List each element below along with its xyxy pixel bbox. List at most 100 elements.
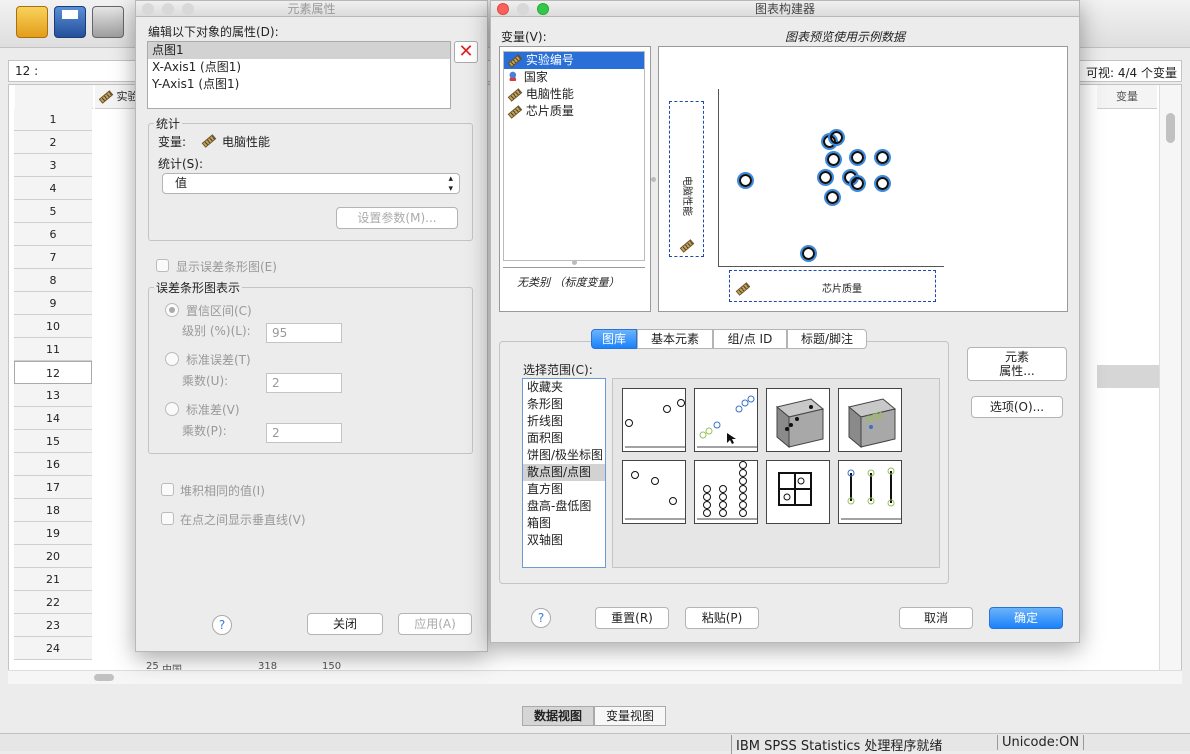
gallery-item[interactable]: 双轴图 [523,532,605,549]
open-folder-icon[interactable] [16,6,48,38]
row-header[interactable]: 24 [14,637,92,660]
set-parameters-button[interactable]: 设置参数(M)... [336,207,458,229]
cancel-button[interactable]: 取消 [899,607,973,629]
save-disk-icon[interactable] [54,6,86,38]
row-header[interactable]: 11 [14,338,92,361]
row-header[interactable]: 15 [14,430,92,453]
gallery-type-list[interactable]: 收藏夹 条形图 折线图 面积图 饼图/极坐标图 散点图/点图 直方图 盘高-盘低图 箱图 双轴图 [522,378,606,568]
row-header[interactable]: 2 [14,131,92,154]
thumb-3d-scatter[interactable] [766,388,830,452]
apply-button[interactable]: 应用(A) [398,613,472,635]
tab-titles-footnotes[interactable]: 标题/脚注 [787,329,867,349]
row-header[interactable]: 6 [14,223,92,246]
row-header[interactable]: 5 [14,200,92,223]
zoom-dot-icon[interactable] [537,3,549,15]
thumb-simple-dot[interactable] [622,460,686,524]
preview-splitter-handle[interactable] [651,177,656,182]
row-header[interactable]: 16 [14,453,92,476]
thumb-simple-scatter[interactable] [622,388,686,452]
paste-button[interactable]: 粘贴(P) [685,607,759,629]
gallery-item[interactable]: 折线图 [523,413,605,430]
stack-identical-checkbox[interactable] [161,483,174,496]
gallery-item[interactable]: 盘高-盘低图 [523,498,605,515]
chart-preview-canvas[interactable]: 电脑性能 芯片质量 [658,46,1068,312]
row-header[interactable]: 14 [14,407,92,430]
row-header[interactable]: 21 [14,568,92,591]
gallery-item[interactable]: 直方图 [523,481,605,498]
statistic-select[interactable]: 值 ▴ ▾ [162,173,460,194]
thumb-summary-dot[interactable] [694,460,758,524]
tab-group-point-id[interactable]: 组/点 ID [713,329,787,349]
level-input[interactable]: 95 [266,323,342,343]
row-header[interactable]: 8 [14,269,92,292]
minimize-dot-icon[interactable] [517,3,529,15]
view-tab-variable[interactable]: 变量视图 [594,706,666,726]
row-header[interactable]: 1 [14,108,92,131]
tab-gallery[interactable]: 图库 [591,329,637,349]
gallery-item[interactable]: 饼图/极坐标图 [523,447,605,464]
delete-element-button[interactable]: ✕ [454,41,478,63]
variable-item-country[interactable]: 国家 [504,69,644,86]
gallery-item[interactable]: 收藏夹 [523,379,605,396]
thumb-grouped-3d-scatter[interactable] [838,388,902,452]
object-item-yaxis[interactable]: Y-Axis1 (点图1) [148,76,450,93]
multiplier-u-input[interactable]: 2 [266,373,342,393]
tab-basic-elements[interactable]: 基本元素 [637,329,713,349]
row-header[interactable]: 18 [14,499,92,522]
row-header[interactable]: 23 [14,614,92,637]
print-icon[interactable] [92,6,124,38]
vertical-scrollbar[interactable] [1159,85,1181,683]
gallery-item[interactable]: 条形图 [523,396,605,413]
show-error-bars-checkbox[interactable] [156,259,169,272]
close-button[interactable]: 关闭 [307,613,383,635]
row-header[interactable]: 12 [14,361,92,384]
element-properties-button[interactable]: 元素 属性... [967,347,1067,381]
row-header[interactable]: 3 [14,154,92,177]
thumb-high-low-dot[interactable] [838,460,902,524]
standard-error-radio[interactable] [165,352,179,366]
ok-button[interactable]: 确定 [989,607,1063,629]
row-header[interactable]: 4 [14,177,92,200]
reset-button[interactable]: 重置(R) [595,607,669,629]
options-button[interactable]: 选项(O)... [971,396,1063,418]
row-header[interactable]: 10 [14,315,92,338]
row-header[interactable]: 22 [14,591,92,614]
x-axis-drop-zone[interactable]: 芯片质量 [729,270,936,302]
splitter-handle[interactable] [572,260,577,265]
object-item-dotplot[interactable]: 点图1 [148,42,450,59]
object-list[interactable]: 点图1 X-Axis1 (点图1) Y-Axis1 (点图1) [147,41,451,109]
close-dot-icon[interactable] [497,3,509,15]
gallery-item[interactable]: 散点图/点图 [523,464,605,481]
thumb-scatter-matrix[interactable] [766,460,830,524]
row-header[interactable]: 13 [14,384,92,407]
row-header[interactable]: 7 [14,246,92,269]
variables-list[interactable]: 实验编号 国家 电脑性能 芯片质量 [503,51,645,261]
column-header-var[interactable]: 变量 [1097,85,1157,109]
help-button[interactable]: ? [531,608,551,628]
view-tab-data[interactable]: 数据视图 [522,706,594,726]
row-header[interactable]: 20 [14,545,92,568]
multiplier-p-input[interactable]: 2 [266,423,342,443]
confidence-interval-radio[interactable] [165,303,179,317]
horizontal-scrollbar[interactable] [8,670,1182,684]
gallery-item[interactable]: 面积图 [523,430,605,447]
thumb-grouped-scatter[interactable] [694,388,758,452]
row-header[interactable]: 9 [14,292,92,315]
ruler-icon [507,54,523,68]
y-axis-drop-zone[interactable]: 电脑性能 [669,101,704,257]
standard-deviation-radio[interactable] [165,402,179,416]
simple-dot-icon [625,471,685,520]
variable-item-chip-quality[interactable]: 芯片质量 [504,103,644,120]
help-button[interactable]: ? [212,615,232,635]
variable-item-pc-performance[interactable]: 电脑性能 [504,86,644,103]
row-header[interactable]: 17 [14,476,92,499]
droplines-checkbox[interactable] [161,512,174,525]
minimize-dot-icon[interactable] [162,3,174,15]
close-dot-icon[interactable] [142,3,154,15]
row-header[interactable]: 19 [14,522,92,545]
level-label: 级别 (%)(L): [182,324,251,338]
gallery-item[interactable]: 箱图 [523,515,605,532]
zoom-dot-icon[interactable] [182,3,194,15]
variable-item-experiment-id[interactable]: 实验编号 [504,52,644,69]
object-item-xaxis[interactable]: X-Axis1 (点图1) [148,59,450,76]
